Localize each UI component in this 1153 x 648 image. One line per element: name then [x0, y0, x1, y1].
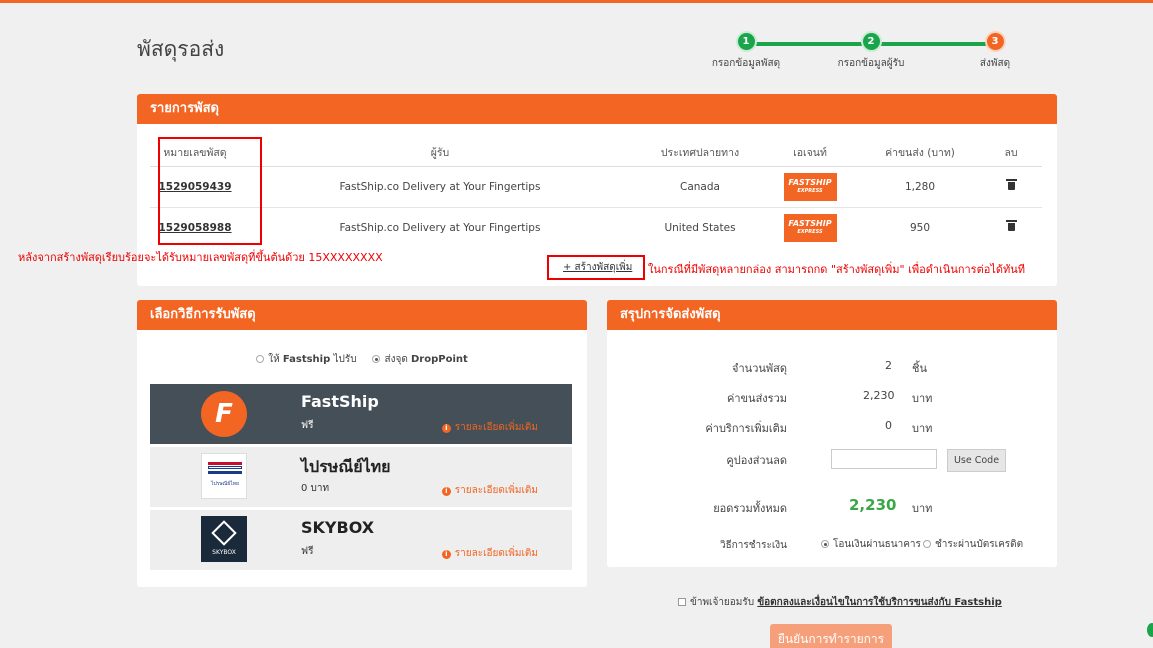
- progress-steps: 1 กรอกข้อมูลพัสดุ 2 กรอกข้อมูลผู้รับ 3 ส…: [700, 31, 1040, 77]
- step-2-label: กรอกข้อมูลผู้รับ: [837, 58, 905, 69]
- pickup-method-panel: เลือกวิธีการรับพัสดุ ให้ Fastship ไปรับ …: [137, 300, 587, 587]
- carrier-fastship[interactable]: F FastShip ฟรี i รายละเอียดเพิ่มเติม: [150, 384, 572, 444]
- fee-cell: 1,280: [860, 166, 980, 208]
- pickup-option[interactable]: ให้ Fastship ไปรับ: [256, 354, 357, 365]
- carrier-name: SKYBOX: [301, 518, 375, 537]
- more-details-link[interactable]: i รายละเอียดเพิ่มเติม: [441, 546, 538, 561]
- step-3-label: ส่งพัสดุ: [979, 58, 1011, 69]
- terms-checkbox[interactable]: [678, 598, 686, 606]
- carrier-thaipost[interactable]: ไปรษณีย์ไทย ไปรษณีย์ไทย 0 บาท i รายละเอีย…: [150, 447, 572, 507]
- count-label: จำนวนพัสดุ: [732, 362, 787, 375]
- add-parcel-link[interactable]: + สร้างพัสดุเพิ่ม: [563, 260, 632, 275]
- col-recipient: ผู้รับ: [240, 140, 640, 167]
- shipping-summary-panel: สรุปการจัดส่งพัสดุ จำนวนพัสดุ 2 ชิ้น ค่า…: [607, 300, 1057, 567]
- step-2: 2 กรอกข้อมูลผู้รับ: [821, 31, 921, 71]
- step-1: 1 กรอกข้อมูลพัสดุ: [696, 31, 796, 71]
- pickup-method-heading: เลือกวิธีการรับพัสดุ: [137, 300, 587, 330]
- col-agent: เอเจนท์: [760, 140, 860, 167]
- table-row: 1529059439 FastShip.co Delivery at Your …: [150, 166, 1042, 208]
- shipping-total-label: ค่าขนส่งรวม: [727, 392, 787, 405]
- terms-agreement: ข้าพเจ้ายอมรับ ข้อตกลงและเงื่อนไขในการใช…: [678, 595, 1002, 610]
- coupon-label: คูปองส่วนลด: [726, 454, 787, 467]
- carrier-price: ฟรี: [301, 420, 314, 431]
- info-icon: i: [441, 424, 451, 433]
- shipping-total-unit: บาท: [912, 392, 933, 405]
- grand-total-unit: บาท: [912, 502, 933, 515]
- carrier-price: 0 บาท: [301, 483, 330, 494]
- step-2-badge: 2: [862, 33, 880, 50]
- carrier-name: ไปรษณีย์ไทย: [301, 457, 391, 476]
- use-code-button[interactable]: Use Code: [947, 449, 1006, 472]
- page-title: พัสดุรอส่ง: [137, 37, 225, 61]
- tracking-annotation: หลังจากสร้างพัสดุเรียบร้อยจะได้รับหมายเล…: [18, 251, 383, 264]
- confirm-button[interactable]: ยืนยันการทำรายการ: [770, 624, 892, 648]
- table-header-row: หมายเลขพัสดุ ผู้รับ ประเทศปลายทาง เอเจนท…: [150, 140, 1042, 167]
- radio-icon[interactable]: [256, 355, 265, 363]
- service-fee-label: ค่าบริการเพิ่มเติม: [705, 422, 787, 435]
- radio-icon[interactable]: [821, 540, 829, 548]
- carrier-skybox[interactable]: SKYBOX SKYBOX ฟรี i รายละเอียดเพิ่มเติม: [150, 510, 572, 570]
- info-icon: i: [441, 550, 451, 559]
- shipping-summary-heading: สรุปการจัดส่งพัสดุ: [607, 300, 1057, 330]
- fastship-express-logo: FASTSHIP EXPRESS: [783, 213, 837, 242]
- step-3: 3 ส่งพัสดุ: [945, 31, 1045, 71]
- trash-icon[interactable]: [1005, 219, 1017, 231]
- info-icon: i: [441, 487, 451, 496]
- more-details-link[interactable]: i รายละเอียดเพิ่มเติม: [441, 483, 538, 498]
- add-parcel-annotation: ในกรณีที่มีพัสดุหลายกล่อง สามารถกด "สร้า…: [648, 263, 1026, 276]
- count-unit: ชิ้น: [912, 362, 927, 375]
- fastship-express-logo: FASTSHIP EXPRESS: [783, 172, 837, 201]
- recipient-cell: FastShip.co Delivery at Your Fingertips: [240, 166, 640, 208]
- fee-cell: 950: [909, 221, 931, 234]
- grand-total-value: 2,230: [849, 496, 897, 514]
- count-value: 2: [885, 359, 892, 372]
- step-3-badge: 3: [986, 33, 1004, 50]
- pickup-options: ให้ Fastship ไปรับ ส่งจุด DropPoint: [137, 352, 587, 367]
- col-country: ประเทศปลายทาง: [640, 140, 760, 167]
- chat-widget-icon[interactable]: [1147, 623, 1153, 637]
- parcel-table: หมายเลขพัสดุ ผู้รับ ประเทศปลายทาง เอเจนท…: [150, 140, 1042, 248]
- country-cell: Canada: [640, 166, 760, 208]
- carrier-price: ฟรี: [301, 546, 314, 557]
- carrier-name: FastShip: [301, 392, 379, 411]
- col-delete: ลบ: [980, 140, 1042, 167]
- service-fee-unit: บาท: [912, 422, 933, 435]
- tracking-highlight-box: [158, 137, 262, 245]
- radio-icon[interactable]: [372, 355, 381, 363]
- droppoint-option[interactable]: ส่งจุด DropPoint: [372, 354, 468, 365]
- col-fee: ค่าขนส่ง (บาท): [860, 140, 980, 167]
- terms-link[interactable]: ข้อตกลงและเงื่อนไขในการใช้บริการขนส่งกับ…: [757, 597, 1001, 608]
- radio-icon[interactable]: [923, 540, 931, 548]
- payment-transfer-option[interactable]: โอนเงินผ่านธนาคาร: [821, 537, 921, 552]
- fastship-logo: F: [201, 391, 247, 437]
- parcel-list-heading: รายการพัสดุ: [137, 94, 1057, 124]
- payment-method-label: วิธีการชำระเงิน: [719, 540, 787, 551]
- step-1-label: กรอกข้อมูลพัสดุ: [711, 58, 781, 69]
- thailand-post-logo: ไปรษณีย์ไทย: [201, 453, 247, 499]
- more-details-link[interactable]: i รายละเอียดเพิ่มเติม: [441, 420, 538, 435]
- recipient-cell: FastShip.co Delivery at Your Fingertips: [339, 221, 541, 234]
- coupon-input[interactable]: [831, 449, 937, 469]
- step-1-badge: 1: [737, 33, 755, 50]
- payment-card-option[interactable]: ชำระผ่านบัตรเครดิต: [923, 537, 1023, 552]
- grand-total-label: ยอดรวมทั้งหมด: [713, 502, 787, 515]
- shipping-total-value: 2,230: [863, 389, 895, 402]
- service-fee-value: 0: [885, 419, 892, 432]
- table-row: 1529058988 FastShip.co Delivery at Your …: [150, 207, 1042, 248]
- country-cell: United States: [664, 221, 736, 234]
- skybox-logo: SKYBOX: [201, 516, 247, 562]
- trash-icon[interactable]: [1005, 178, 1017, 190]
